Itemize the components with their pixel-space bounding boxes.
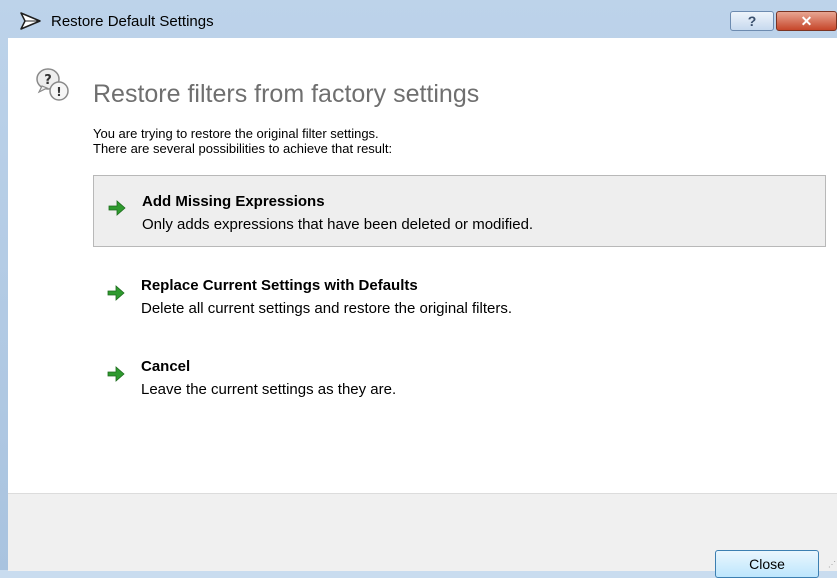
option-replace-with-defaults[interactable]: Replace Current Settings with Defaults D… (93, 269, 826, 341)
question-warning-icon: ? ! (36, 68, 69, 101)
option-cancel[interactable]: Cancel Leave the current settings as the… (93, 350, 826, 422)
page-title: Restore filters from factory settings (93, 80, 480, 108)
intro-line-1: You are trying to restore the original f… (93, 126, 379, 141)
green-arrow-icon (108, 200, 126, 216)
option-title: Add Missing Expressions (142, 193, 325, 210)
option-description: Only adds expressions that have been del… (142, 216, 534, 233)
title-bar[interactable]: Restore Default Settings ? ✕ (0, 0, 837, 38)
green-arrow-icon (107, 366, 125, 382)
option-description: Delete all current settings and restore … (141, 300, 513, 317)
svg-text:?: ? (44, 73, 52, 88)
svg-text:!: ! (56, 85, 61, 99)
close-icon: ✕ (800, 12, 813, 29)
restore-default-settings-dialog: Restore Default Settings ? ✕ ? ! Restore… (0, 0, 837, 578)
option-title: Cancel (141, 358, 191, 375)
option-description: Leave the current settings as they are. (141, 381, 397, 398)
intro-text: You are trying to restore the original f… (93, 126, 392, 156)
option-title: Replace Current Settings with Defaults (141, 277, 418, 294)
resize-grip-icon[interactable]: ⋰ (828, 560, 836, 569)
green-arrow-icon (107, 285, 125, 301)
window-close-button[interactable]: ✕ (776, 11, 837, 31)
window-title: Restore Default Settings (51, 13, 214, 30)
dialog-content: ? ! Restore filters from factory setting… (8, 38, 837, 578)
app-arrow-icon (20, 12, 41, 30)
intro-line-2: There are several possibilities to achie… (93, 141, 393, 156)
option-add-missing-expressions[interactable]: Add Missing Expressions Only adds expres… (93, 175, 826, 247)
help-icon: ? (747, 13, 757, 29)
help-button[interactable]: ? (730, 11, 774, 31)
close-button[interactable]: Close (715, 550, 819, 578)
dialog-footer: Close ⋰ (8, 493, 837, 578)
